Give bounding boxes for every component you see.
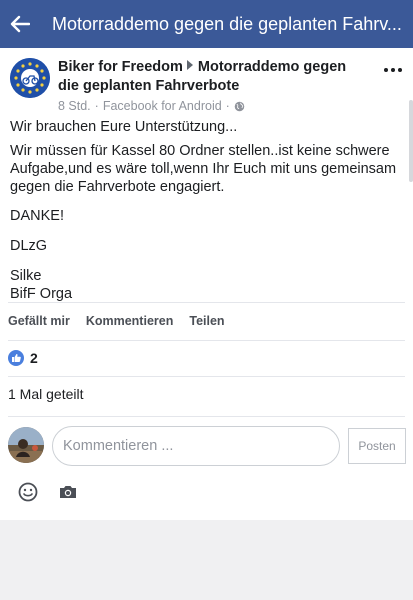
meta-separator-2: · bbox=[225, 99, 230, 113]
top-app-bar: Motorraddemo gegen die geplanten Fahrv..… bbox=[0, 0, 413, 48]
post-comment-button[interactable]: Posten bbox=[348, 428, 406, 464]
divider bbox=[8, 376, 405, 377]
post-paragraph: DLzG bbox=[10, 238, 48, 254]
comment-tools bbox=[18, 482, 78, 502]
like-button[interactable]: Gefällt mir bbox=[8, 314, 70, 328]
post-paragraph: DANKE! bbox=[10, 208, 64, 224]
post-paragraph: BifF Orga bbox=[10, 286, 73, 302]
post-title: Biker for Freedom Motorraddemo gegen die … bbox=[58, 58, 368, 96]
post-paragraph: Wir müssen für Kassel 80 Ordner stellen.… bbox=[10, 143, 397, 195]
arrow-right-icon bbox=[186, 60, 193, 70]
post-paragraph: Wir brauchen Eure Unterstützung... bbox=[10, 119, 238, 135]
reactions-summary[interactable]: 2 bbox=[8, 350, 38, 366]
page-name-link[interactable]: Biker for Freedom bbox=[58, 59, 183, 75]
comment-composer: Posten bbox=[8, 426, 408, 466]
post-source: Facebook for Android bbox=[102, 99, 222, 113]
share-count[interactable]: 1 Mal geteilt bbox=[8, 386, 83, 402]
meta-separator: · bbox=[94, 99, 99, 113]
comment-button[interactable]: Kommentieren bbox=[86, 314, 174, 328]
avatar[interactable] bbox=[8, 427, 44, 463]
divider bbox=[8, 340, 405, 341]
emoji-icon[interactable] bbox=[18, 482, 38, 502]
more-options-icon[interactable] bbox=[381, 62, 405, 78]
post-card: Biker for Freedom Motorraddemo gegen die … bbox=[0, 48, 413, 520]
camera-icon[interactable] bbox=[58, 483, 78, 501]
globe-icon bbox=[234, 101, 245, 111]
post-header-text: Biker for Freedom Motorraddemo gegen die … bbox=[58, 58, 368, 113]
post-actions: Gefällt mir Kommentieren Teilen bbox=[8, 314, 225, 328]
divider bbox=[8, 416, 405, 417]
share-button[interactable]: Teilen bbox=[189, 314, 224, 328]
post-time[interactable]: 8 Std. bbox=[58, 99, 91, 113]
post-meta: 8 Std. · Facebook for Android · bbox=[58, 99, 368, 113]
scrollbar[interactable] bbox=[409, 100, 413, 182]
post-header: Biker for Freedom Motorraddemo gegen die … bbox=[10, 58, 405, 113]
comment-input[interactable] bbox=[52, 426, 340, 466]
divider bbox=[8, 302, 405, 303]
back-arrow-icon[interactable] bbox=[0, 0, 40, 48]
thumbs-up-icon bbox=[8, 350, 24, 366]
page-title: Motorraddemo gegen die geplanten Fahrv..… bbox=[52, 13, 402, 34]
reaction-count: 2 bbox=[30, 350, 38, 366]
page-avatar[interactable] bbox=[10, 58, 50, 98]
post-body: Wir brauchen Eure Unterstützung... Wir m… bbox=[10, 118, 402, 309]
post-paragraph: Silke bbox=[10, 268, 42, 284]
